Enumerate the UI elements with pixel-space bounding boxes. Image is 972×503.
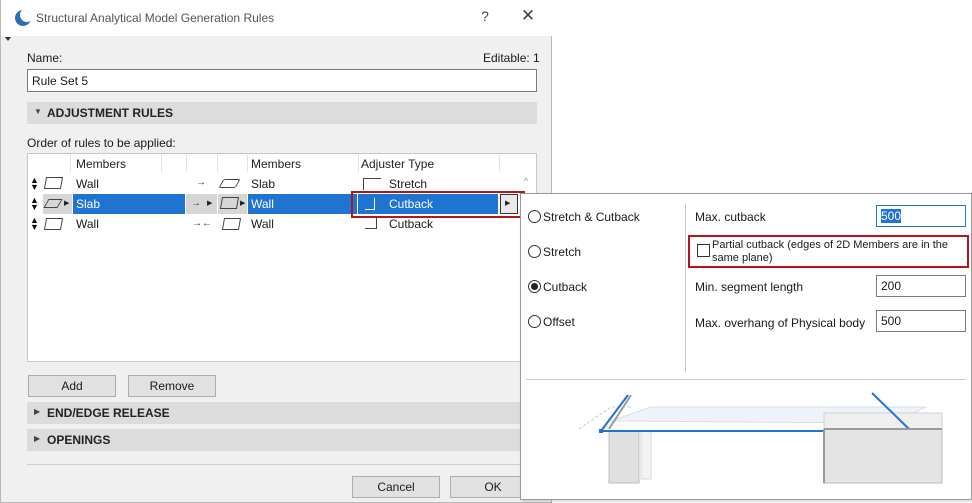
caret-right-icon: ▶ — [207, 200, 213, 207]
partial-cutback-checkbox[interactable] — [697, 244, 710, 257]
column-separator — [161, 155, 162, 172]
max-cutback-label: Max. cutback — [695, 210, 766, 224]
option-label: Stretch — [543, 245, 582, 259]
row-member-to: Wall — [251, 217, 274, 231]
option-label: Offset — [543, 315, 575, 329]
column-separator — [499, 155, 500, 172]
column-header-members: Members — [251, 157, 302, 171]
add-button[interactable]: Add — [28, 375, 116, 397]
arrow-cell[interactable]: → ▶ — [186, 194, 217, 214]
row-member-from[interactable]: Slab — [73, 194, 185, 214]
chevron-right-icon: ▶ — [34, 434, 41, 443]
row-member-from: Wall — [76, 217, 99, 231]
radio-cutback[interactable] — [528, 280, 541, 293]
column-separator — [358, 155, 359, 172]
column-separator — [247, 155, 248, 172]
footer-divider — [27, 464, 537, 465]
wall-icon — [219, 197, 240, 209]
max-cutback-value: 500 — [881, 209, 902, 223]
arrow-right-icon: → — [196, 177, 206, 188]
section-adjustment-rules[interactable]: ▼ ADJUSTMENT RULES — [27, 102, 537, 124]
order-label: Order of rules to be applied: — [27, 136, 176, 150]
section-label: OPENINGS — [47, 433, 111, 447]
option-label: Cutback — [543, 280, 588, 294]
slab-icon — [43, 199, 63, 208]
radio-stretch-cutback[interactable] — [528, 210, 541, 223]
reorder-handle-icon[interactable]: ▲ ▼ — [30, 176, 39, 192]
row-member-from: Wall — [76, 177, 99, 191]
partial-cutback-label-cont: same plane) — [712, 252, 773, 264]
column-header-members: Members — [76, 157, 127, 171]
reorder-handle-icon[interactable]: ▲ ▼ — [30, 216, 39, 232]
caret-down-icon — [5, 37, 11, 41]
wall-icon — [43, 177, 64, 189]
rules-table: Members Members Adjuster Type ^ ▲ ▼ Wall … — [27, 153, 537, 362]
max-overhang-input[interactable]: 500 — [876, 310, 966, 332]
section-label: ADJUSTMENT RULES — [47, 106, 174, 120]
min-segment-input[interactable]: 200 — [876, 275, 966, 297]
radio-offset[interactable] — [528, 315, 541, 328]
vertical-divider — [685, 204, 686, 372]
close-button[interactable]: ✕ — [519, 6, 537, 26]
wall-icon — [43, 218, 64, 230]
title-bar: Structural Analytical Model Generation R… — [1, 0, 552, 36]
horizontal-divider — [526, 379, 966, 380]
name-input[interactable] — [27, 69, 537, 92]
remove-button[interactable]: Remove — [128, 375, 216, 397]
help-button[interactable]: ? — [477, 8, 493, 26]
section-label: END/EDGE RELEASE — [47, 406, 170, 420]
caret-right-icon: ▶ — [240, 200, 246, 207]
chevron-right-icon: ▶ — [34, 407, 41, 416]
option-label: Stretch & Cutback — [543, 210, 640, 224]
arrow-converge-icon: →← — [192, 218, 212, 229]
slab-type-cell[interactable]: ▶ — [43, 194, 72, 214]
cancel-button[interactable]: Cancel — [352, 476, 440, 498]
column-separator — [217, 155, 218, 172]
adjuster-type-popup: Stretch & Cutback Stretch Cutback Offset… — [520, 193, 972, 500]
stretch-icon — [363, 178, 381, 190]
cutback-icon — [365, 217, 377, 229]
wall-icon — [221, 218, 242, 230]
row-member-to: Slab — [251, 177, 276, 191]
partial-cutback-label: Partial cutback (edges of 2D Members are… — [712, 239, 949, 251]
editable-label: Editable: 1 — [483, 51, 540, 65]
radio-stretch[interactable] — [528, 245, 541, 258]
column-separator — [70, 155, 71, 172]
adjuster-highlight-frame — [351, 191, 525, 218]
cutback-preview-illustration — [578, 392, 943, 484]
row-member-to[interactable]: Wall — [248, 194, 357, 214]
min-segment-label: Min. segment length — [695, 280, 804, 294]
max-cutback-input[interactable]: 500 — [876, 205, 966, 227]
app-icon — [15, 10, 31, 26]
reorder-handle-icon[interactable]: ▲ ▼ — [30, 196, 39, 212]
max-overhang-label: Max. overhang of Physical body — [695, 316, 866, 330]
dialog-title: Structural Analytical Model Generation R… — [36, 11, 275, 25]
name-label: Name: — [27, 51, 63, 65]
wall-type-cell[interactable]: ▶ — [218, 194, 247, 214]
section-end-edge-release[interactable]: ▶ END/EDGE RELEASE — [27, 402, 537, 424]
chevron-down-icon: ▼ — [34, 107, 42, 116]
column-header-adjuster-type: Adjuster Type — [361, 157, 435, 171]
slab-icon — [218, 179, 241, 188]
column-separator — [186, 155, 187, 172]
scroll-up-icon[interactable]: ^ — [524, 176, 528, 186]
section-openings[interactable]: ▶ OPENINGS — [27, 429, 537, 451]
caret-right-icon: ▶ — [64, 200, 70, 207]
rules-dialog: Structural Analytical Model Generation R… — [0, 0, 552, 503]
arrow-right-icon: → — [191, 198, 201, 209]
